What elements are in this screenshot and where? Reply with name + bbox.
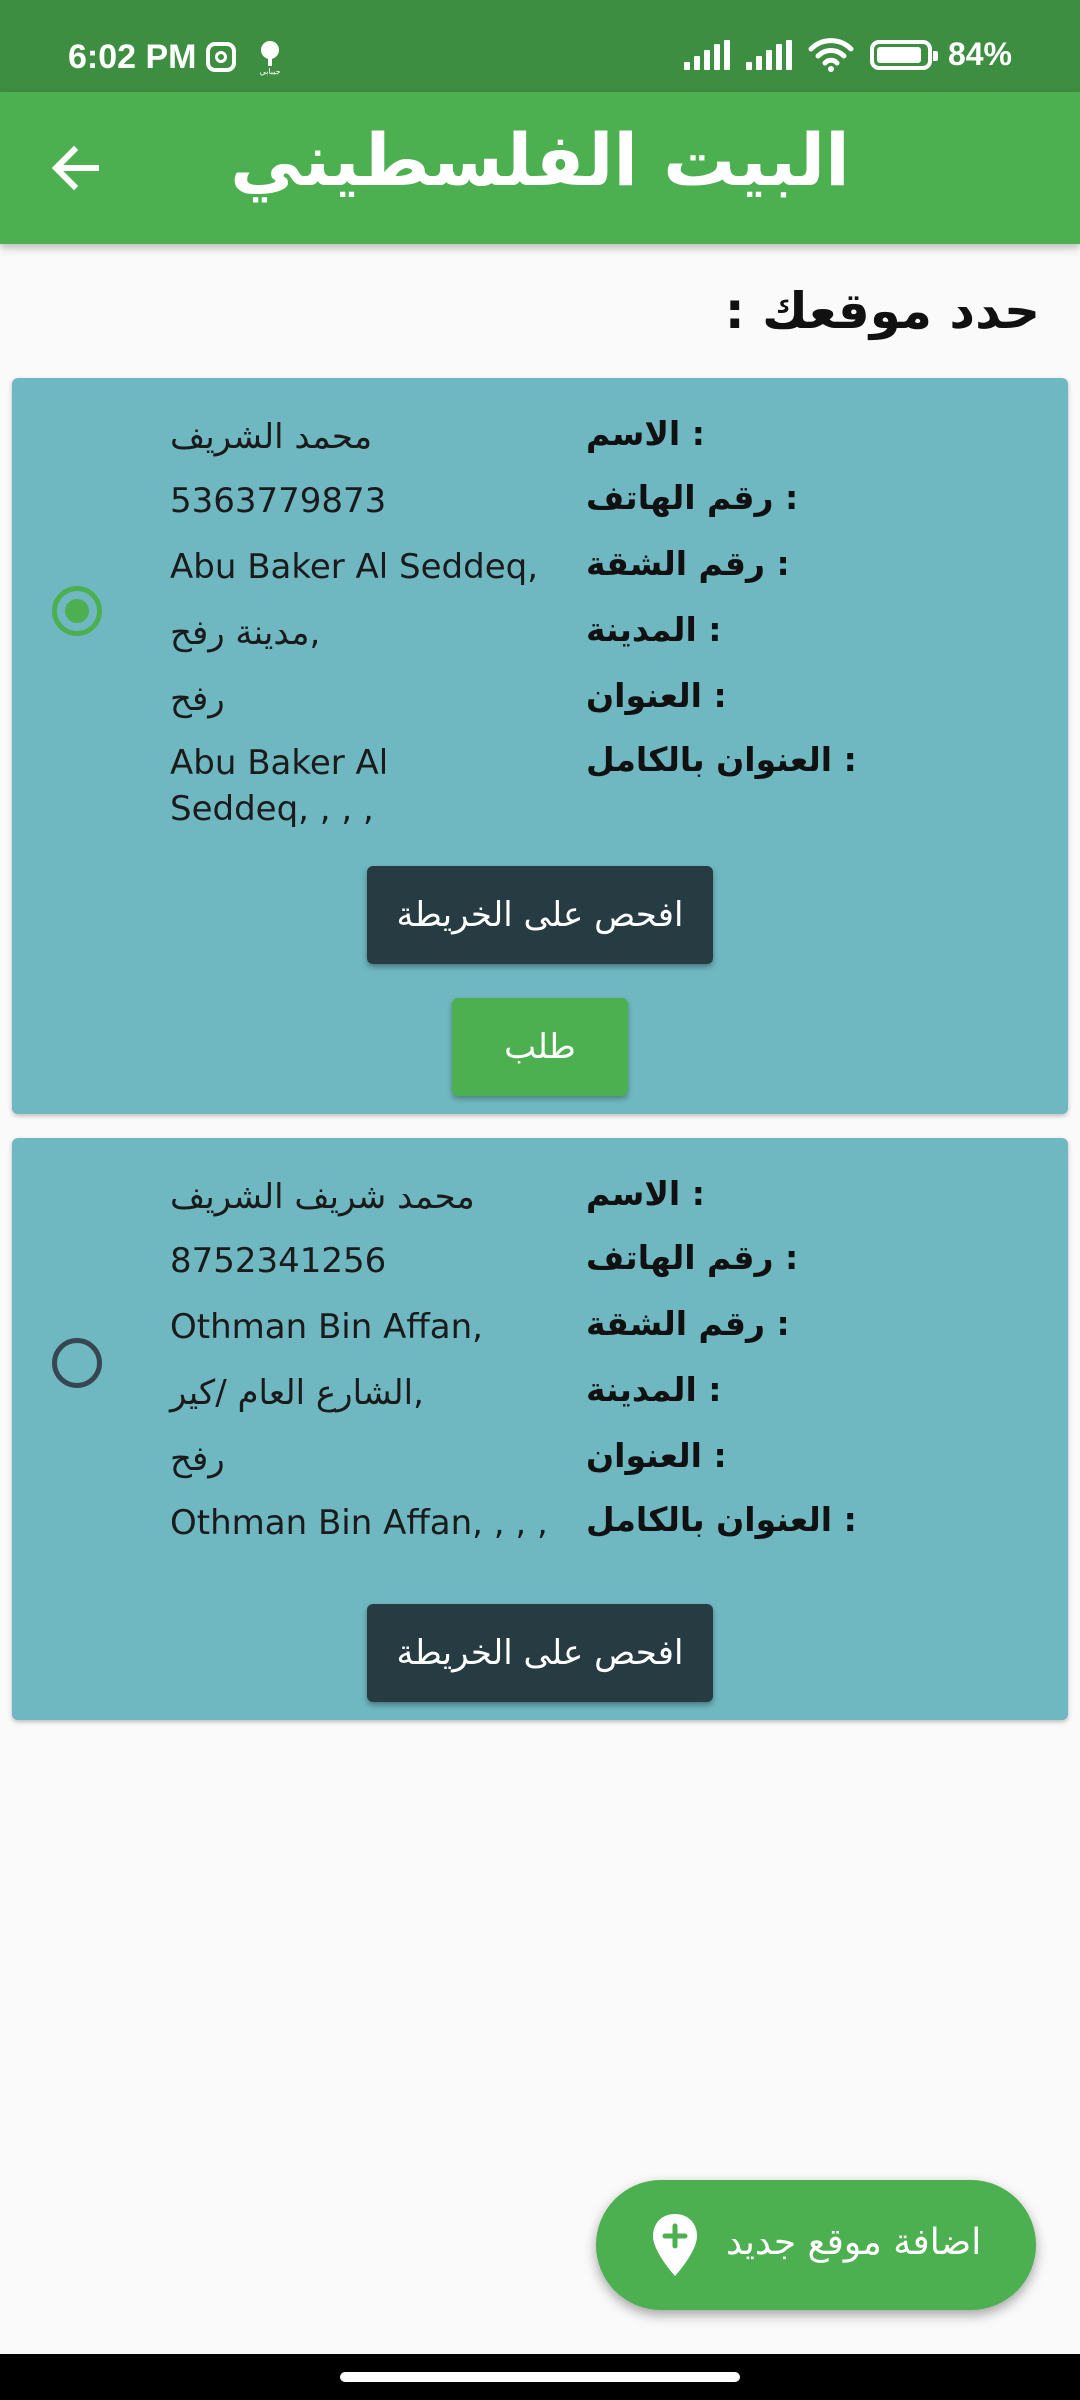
name-value: محمد شريف الشريف — [170, 1177, 475, 1217]
field-row: الشارع العام /كير, المدينة : — [12, 1370, 1068, 1430]
add-new-location-button[interactable]: اضافة موقع جديد — [596, 2180, 1036, 2310]
battery-icon — [869, 39, 938, 70]
field-row: 8752341256 رقم الهاتف : — [12, 1238, 1068, 1298]
field-row: 5363779873 رقم الهاتف : — [12, 478, 1068, 538]
check-on-map-button[interactable]: افحص على الخريطة — [367, 866, 713, 964]
full-address-label: العنوان بالكامل : — [586, 1500, 857, 1539]
battery-percentage: 84% — [947, 36, 1012, 72]
home-indicator[interactable] — [340, 2372, 740, 2382]
field-row: Abu Baker Al Seddeq, , , , العنوان بالكا… — [12, 740, 1068, 836]
phone-value: 8752341256 — [170, 1241, 387, 1281]
app-notification-icon: جيبابي — [252, 36, 288, 84]
status-time: 6:02 PM — [68, 38, 197, 76]
field-row: رفح العنوان : — [12, 676, 1068, 736]
phone-label: رقم الهاتف : — [586, 478, 799, 517]
apartment-label: رقم الشقة : — [586, 1304, 790, 1343]
field-row: محمد شريف الشريف الاسم : — [12, 1174, 1068, 1234]
field-row: محمد الشريف الاسم : — [12, 414, 1068, 474]
field-row: Abu Baker Al Seddeq, رقم الشقة : — [12, 544, 1068, 604]
apartment-value: Abu Baker Al Seddeq, — [170, 547, 539, 587]
field-row: Othman Bin Affan, , , , العنوان بالكامل … — [12, 1500, 1068, 1560]
app-badge-text: جيبابي — [259, 67, 280, 76]
field-row: Othman Bin Affan, رقم الشقة : — [12, 1304, 1068, 1364]
address-value: رفح — [170, 1439, 225, 1479]
apartment-value: Othman Bin Affan, — [170, 1307, 483, 1347]
navigation-bar — [0, 2354, 1080, 2400]
section-title: حدد موقعك : — [724, 282, 1040, 340]
add-location-icon — [653, 2214, 697, 2276]
city-label: المدينة : — [586, 610, 722, 649]
apartment-label: رقم الشقة : — [586, 544, 790, 583]
full-address-value: Othman Bin Affan, , , , — [170, 1503, 548, 1543]
signal-icon — [683, 39, 730, 70]
wifi-icon — [808, 37, 854, 72]
app-bar: البيت الفلسطيني — [0, 92, 1080, 244]
name-value: محمد الشريف — [170, 417, 373, 457]
field-row: رفح العنوان : — [12, 1436, 1068, 1496]
page-title: البيت الفلسطيني — [230, 118, 850, 202]
check-on-map-button[interactable]: افحص على الخريطة — [367, 1604, 713, 1702]
city-label: المدينة : — [586, 1370, 722, 1409]
status-bar: 6:02 PM جيبابي 84% — [0, 0, 1080, 92]
signal-icon — [745, 39, 792, 70]
name-label: الاسم : — [586, 1174, 705, 1213]
order-button[interactable]: طلب — [452, 998, 628, 1096]
city-value: مدينة رفح, — [170, 613, 321, 653]
address-value: رفح — [170, 679, 225, 719]
full-address-value: Abu Baker Al Seddeq, , , , — [170, 743, 389, 829]
address-label: العنوان : — [586, 1436, 727, 1475]
address-label: العنوان : — [586, 676, 727, 715]
field-row: مدينة رفح, المدينة : — [12, 610, 1068, 670]
full-address-label: العنوان بالكامل : — [586, 740, 857, 779]
status-right: 84% — [683, 36, 1012, 73]
address-card[interactable]: محمد الشريف الاسم : 5363779873 رقم الهات… — [12, 378, 1068, 1114]
add-new-location-label: اضافة موقع جديد — [726, 2222, 982, 2263]
address-card[interactable]: محمد شريف الشريف الاسم : 8752341256 رقم … — [12, 1138, 1068, 1720]
screen: 6:02 PM جيبابي 84% البيت الفلسطيني حدد م… — [0, 0, 1080, 2400]
name-label: الاسم : — [586, 414, 705, 453]
phone-label: رقم الهاتف : — [586, 1238, 799, 1277]
instagram-icon — [206, 42, 236, 72]
city-value: الشارع العام /كير, — [170, 1373, 424, 1413]
phone-value: 5363779873 — [170, 481, 387, 521]
